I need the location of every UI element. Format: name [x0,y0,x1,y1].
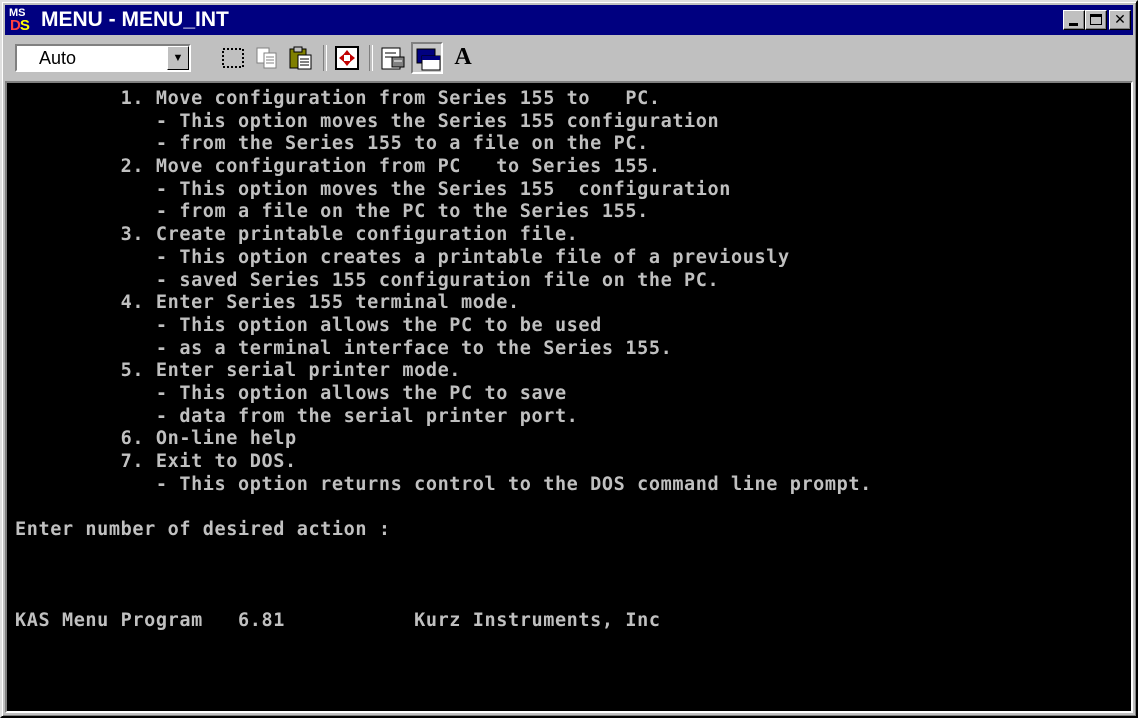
console-line: - data from the serial printer port. [15,405,579,427]
console-line: - as a terminal interface to the Series … [15,337,673,359]
font-button[interactable]: A [447,42,479,74]
background-icon [416,48,441,71]
dropdown-arrow-icon[interactable]: ▼ [167,46,189,70]
close-button[interactable]: ✕ [1109,10,1131,30]
console-line: 6. On-line help [15,428,297,450]
maximize-icon [1090,14,1102,25]
font-size-value: Auto [39,48,77,68]
console-line: - This option moves the Series 155 confi… [15,110,720,132]
msdos-window: MS DS MENU - MENU_INT ✕ Auto ▼ A 1. Move… [0,0,1138,718]
toolbar-separator [369,45,373,71]
toolbar-separator [323,45,327,71]
console-line: - This option creates a printable file o… [15,246,790,268]
console-line: 1. Move configuration from Series 155 to… [15,88,661,109]
copy-button[interactable] [251,42,283,74]
console-line: - from the Series 155 to a file on the P… [15,133,649,155]
maximize-button[interactable] [1085,10,1107,30]
mark-icon [222,48,244,68]
console-line: 3. Create printable configuration file. [15,224,579,246]
console-line: 5. Enter serial printer mode. [15,360,462,382]
msdos-icon[interactable]: MS DS [9,7,35,34]
console-output[interactable]: 1. Move configuration from Series 155 to… [5,81,1133,713]
console-line: 4. Enter Series 155 terminal mode. [15,292,520,314]
icon-text-dos: DS [10,17,30,34]
full-screen-icon [335,46,359,70]
full-screen-button[interactable] [331,42,363,74]
console-line: - from a file on the PC to the Series 15… [15,201,649,223]
console-line: Enter number of desired action : [15,519,391,541]
title-bar[interactable]: MS DS MENU - MENU_INT ✕ [5,5,1133,35]
console-line: KAS Menu Program 6.81 Kurz Instruments, … [15,609,661,631]
minimize-button[interactable] [1063,10,1085,30]
console-line: - This option allows the PC to save [15,382,567,404]
font-icon: A [454,44,472,70]
window-title: MENU - MENU_INT [41,8,229,31]
minimize-icon [1069,23,1078,26]
background-button[interactable] [411,42,443,74]
paste-button[interactable] [285,42,317,74]
console-text: 1. Move configuration from Series 155 to… [15,88,872,633]
font-size-select[interactable]: Auto ▼ [15,44,191,72]
console-line: - saved Series 155 configuration file on… [15,269,720,291]
mark-button[interactable] [217,42,249,74]
console-line: 7. Exit to DOS. [15,451,297,472]
console-line: - This option returns control to the DOS… [15,473,872,495]
copy-icon [256,47,277,69]
console-line: - This option allows the PC to be used [15,314,602,336]
paste-icon [289,46,312,70]
properties-button[interactable] [377,42,409,74]
toolbar: Auto ▼ A [5,37,1133,79]
console-line: - This option moves the Series 155 confi… [15,178,732,200]
console-line: 2. Move configuration from PC to Series … [15,156,661,178]
properties-icon [381,47,405,70]
close-icon: ✕ [1114,12,1126,28]
